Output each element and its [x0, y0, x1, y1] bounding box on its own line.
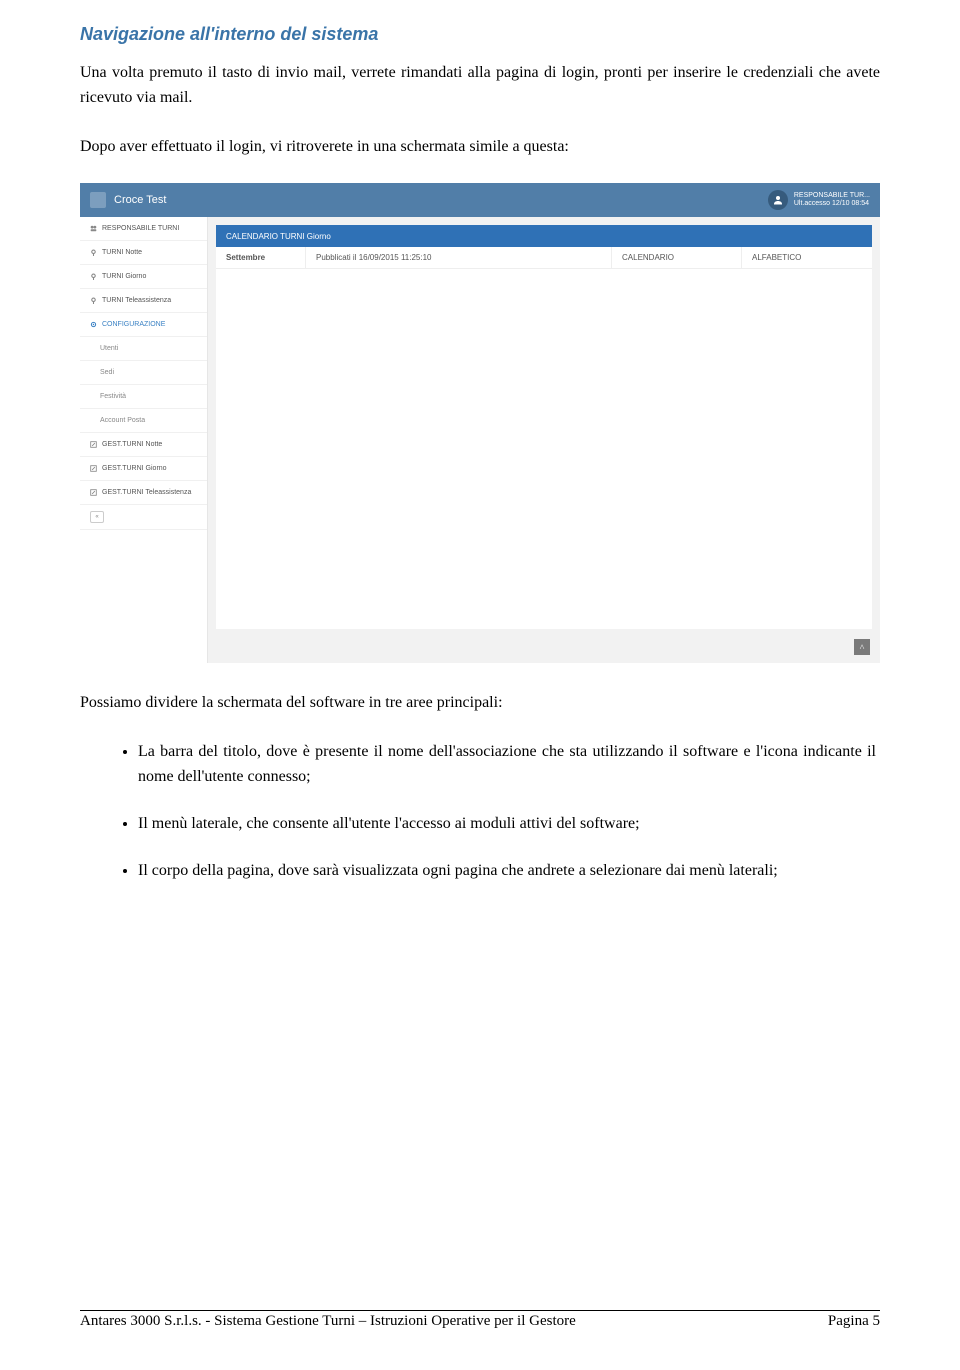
sidebar-collapse[interactable]: «	[80, 505, 207, 530]
sidebar-item-label: TURNI Notte	[102, 249, 142, 256]
tab-alfabetico[interactable]: ALFABETICO	[742, 247, 872, 268]
gear-icon	[90, 321, 97, 328]
edit-icon	[90, 465, 97, 472]
user-name: RESPONSABILE TUR...	[794, 192, 870, 200]
pin-icon	[90, 297, 97, 304]
users-icon	[90, 225, 97, 232]
list-item: Il corpo della pagina, dove sarà visuali…	[138, 859, 880, 884]
list-item: La barra del titolo, dove è presente il …	[138, 740, 880, 790]
sidebar-item-turni-tele[interactable]: TURNI Teleassistenza	[80, 289, 207, 313]
paragraph-intro-1: Una volta premuto il tasto di invio mail…	[80, 61, 880, 111]
page-footer: Antares 3000 S.r.l.s. - Sistema Gestione…	[80, 1310, 880, 1330]
panel-filter-row: Settembre Pubblicati il 16/09/2015 11:25…	[216, 247, 872, 269]
sidebar-item-label: GEST.TURNI Giorno	[102, 465, 167, 472]
titlebar: Croce Test RESPONSABILE TUR... Ult.acces…	[80, 183, 880, 217]
chevron-left-icon: «	[90, 511, 104, 523]
sidebar-item-label: Account Posta	[100, 417, 145, 424]
filter-published: Pubblicati il 16/09/2015 11:25:10	[306, 247, 612, 268]
sidebar-item-label: Sedi	[100, 369, 114, 376]
app-title: Croce Test	[114, 194, 166, 206]
pin-icon	[90, 249, 97, 256]
sidebar-item-label: Utenti	[100, 345, 118, 352]
scroll-top-button[interactable]: ˄	[854, 639, 870, 655]
footer-page: Pagina 5	[828, 1313, 880, 1330]
chevron-up-icon: ˄	[859, 642, 864, 652]
avatar-icon	[768, 190, 788, 210]
sidebar-item-gest-tele[interactable]: GEST.TURNI Teleassistenza	[80, 481, 207, 505]
sidebar-item-gest-notte[interactable]: GEST.TURNI Notte	[80, 433, 207, 457]
sidebar-item-label: TURNI Teleassistenza	[102, 297, 171, 304]
panel-header: CALENDARIO TURNI Giorno	[216, 225, 872, 247]
sidebar-sub-sedi[interactable]: Sedi	[80, 361, 207, 385]
paragraph-intro-2: Dopo aver effettuato il login, vi ritrov…	[80, 135, 880, 160]
sidebar-item-label: TURNI Giorno	[102, 273, 146, 280]
main-panel: CALENDARIO TURNI Giorno Settembre Pubbli…	[208, 217, 880, 663]
sidebar-sub-account[interactable]: Account Posta	[80, 409, 207, 433]
paragraph-divide: Possiamo dividere la schermata del softw…	[80, 691, 880, 716]
sidebar-item-responsabile[interactable]: RESPONSABILE TURNI	[80, 217, 207, 241]
sidebar-sub-utenti[interactable]: Utenti	[80, 337, 207, 361]
tab-calendario[interactable]: CALENDARIO	[612, 247, 742, 268]
list-item: Il menù laterale, che consente all'utent…	[138, 812, 880, 837]
sidebar-item-label: CONFIGURAZIONE	[102, 321, 165, 328]
bullet-list: La barra del titolo, dove è presente il …	[138, 740, 880, 883]
user-badge[interactable]: RESPONSABILE TUR... Ult.accesso 12/10 08…	[768, 190, 870, 210]
sidebar: RESPONSABILE TURNI TURNI Notte TURNI Gio…	[80, 217, 208, 663]
footer-left: Antares 3000 S.r.l.s. - Sistema Gestione…	[80, 1313, 576, 1330]
user-last-access: Ult.accesso 12/10 08:54	[794, 200, 870, 208]
sidebar-item-turni-giorno[interactable]: TURNI Giorno	[80, 265, 207, 289]
app-logo-icon	[90, 192, 106, 208]
sidebar-item-label: RESPONSABILE TURNI	[102, 225, 179, 232]
panel-body	[216, 269, 872, 629]
sidebar-item-config[interactable]: CONFIGURAZIONE	[80, 313, 207, 337]
edit-icon	[90, 441, 97, 448]
sidebar-item-gest-giorno[interactable]: GEST.TURNI Giorno	[80, 457, 207, 481]
pin-icon	[90, 273, 97, 280]
sidebar-item-label: GEST.TURNI Notte	[102, 441, 162, 448]
edit-icon	[90, 489, 97, 496]
section-heading: Navigazione all'interno del sistema	[80, 24, 880, 45]
sidebar-item-label: Festività	[100, 393, 126, 400]
app-screenshot: Croce Test RESPONSABILE TUR... Ult.acces…	[80, 183, 880, 663]
sidebar-sub-festivita[interactable]: Festività	[80, 385, 207, 409]
filter-month[interactable]: Settembre	[216, 247, 306, 268]
sidebar-item-label: GEST.TURNI Teleassistenza	[102, 489, 191, 496]
sidebar-item-turni-notte[interactable]: TURNI Notte	[80, 241, 207, 265]
